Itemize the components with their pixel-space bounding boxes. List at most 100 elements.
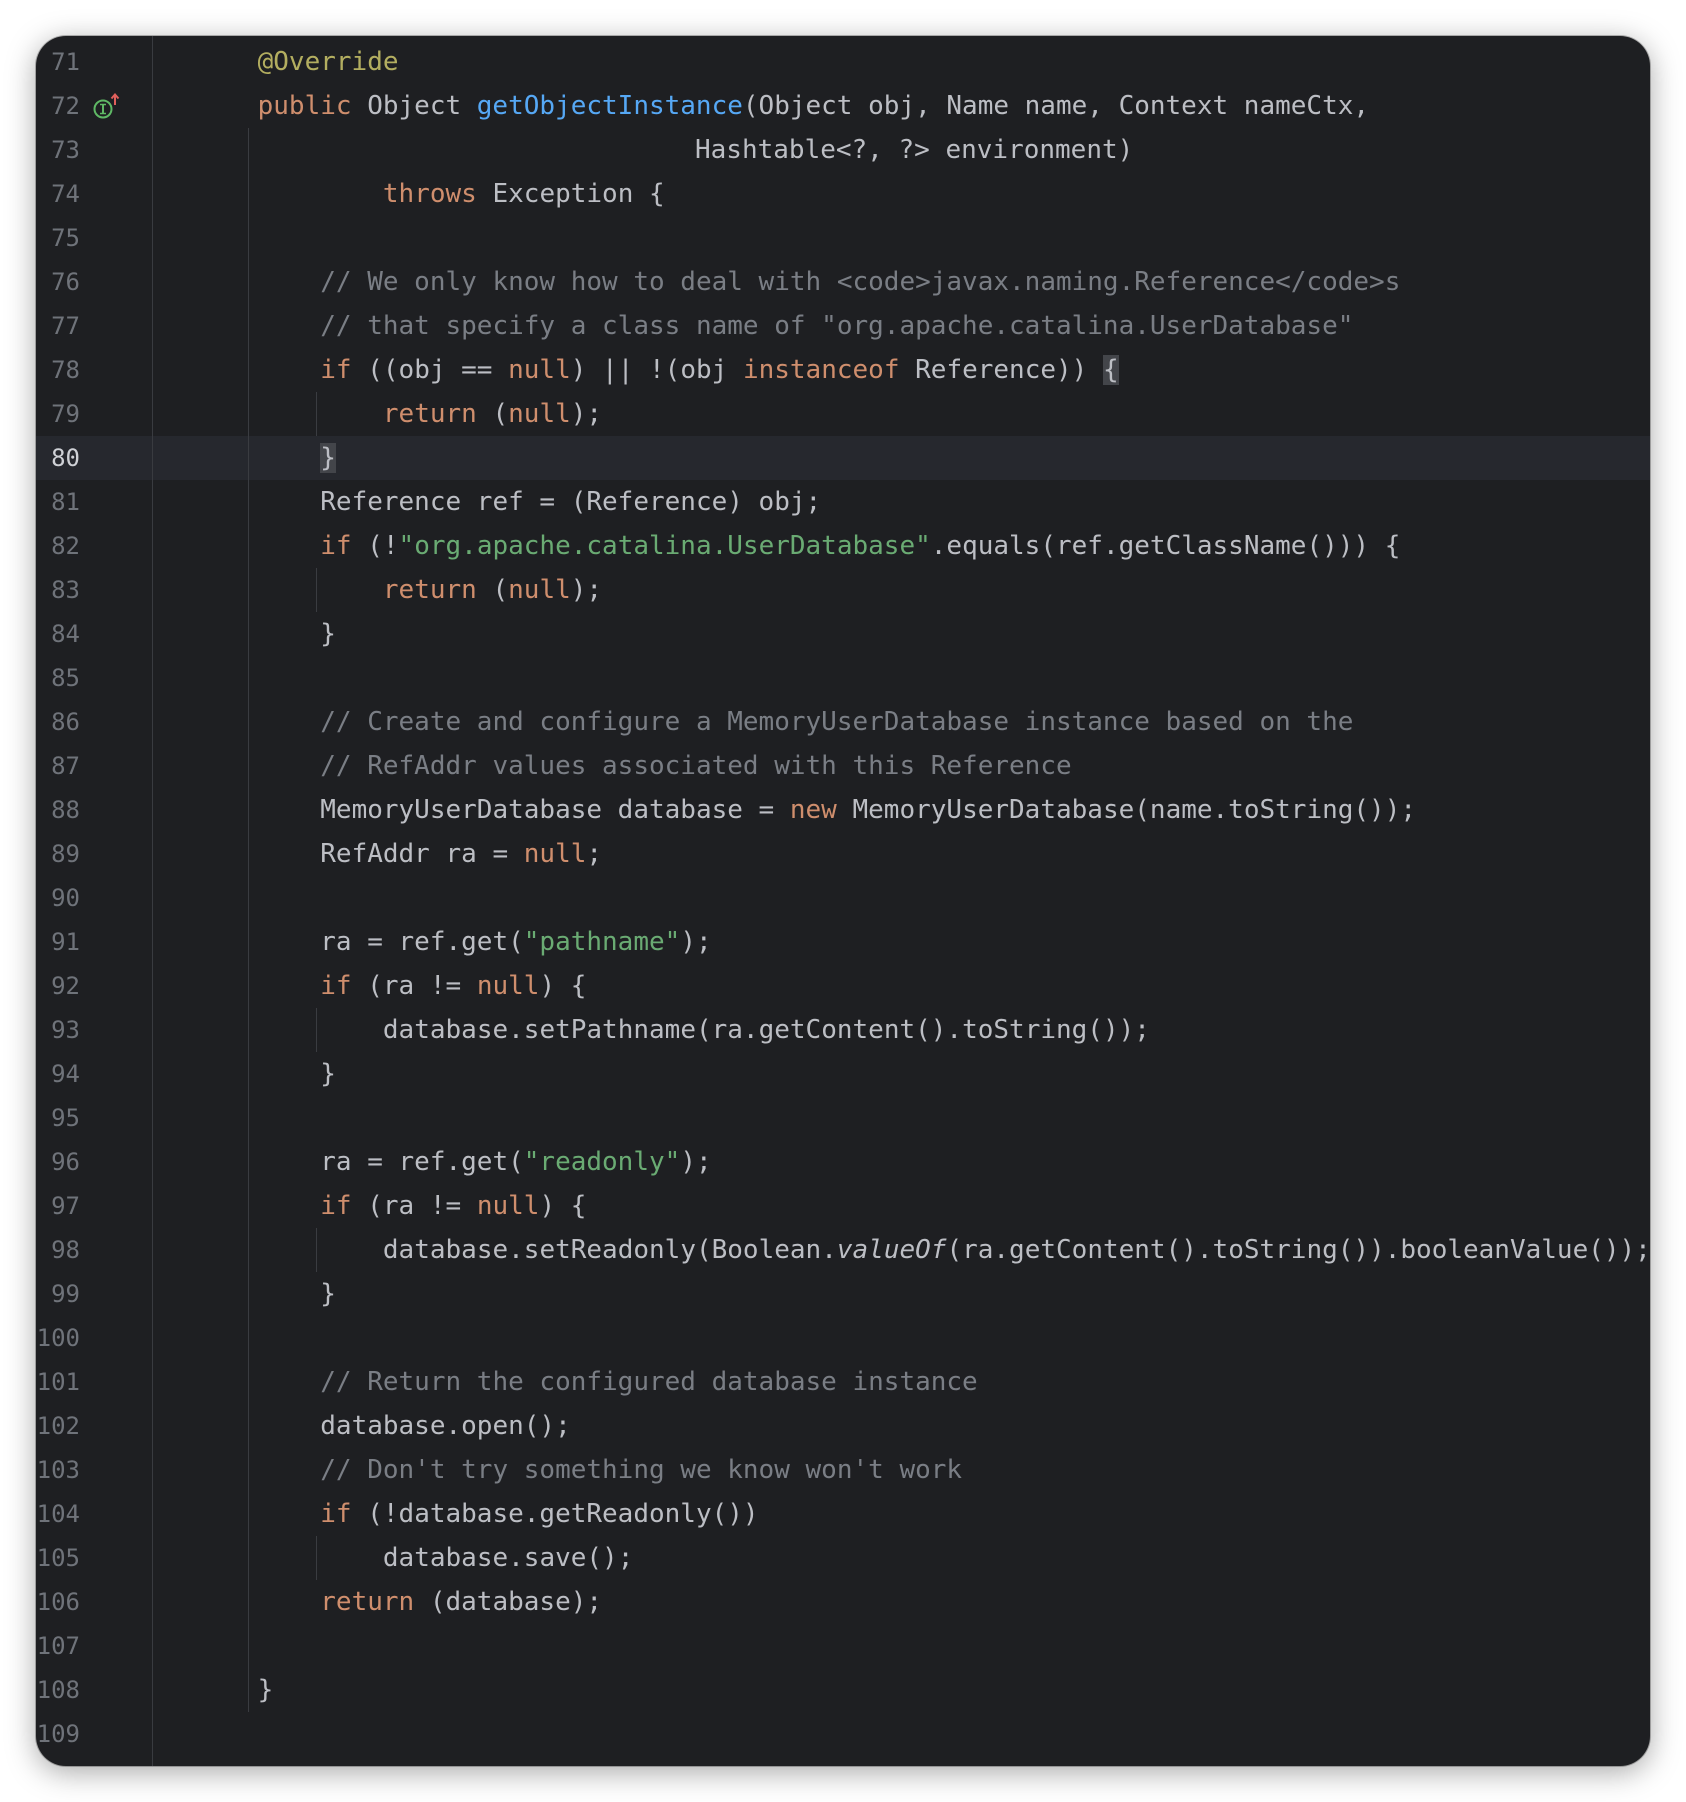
code-area[interactable]: @Override public Object getObjectInstance… <box>153 36 1650 1766</box>
code-token: .equals(ref.getClassName())) { <box>930 531 1401 561</box>
line-number[interactable]: 100 <box>36 1316 80 1360</box>
code-line[interactable]: RefAddr ra = null; <box>153 832 1650 876</box>
line-number[interactable]: 96 <box>36 1140 80 1184</box>
code-line[interactable]: database.setPathname(ra.getContent().toS… <box>153 1008 1650 1052</box>
code-token: if <box>320 531 352 561</box>
code-line[interactable] <box>153 1624 1650 1668</box>
code-line[interactable]: database.setReadonly(Boolean.valueOf(ra.… <box>153 1228 1650 1272</box>
code-token: (! <box>351 531 399 561</box>
code-line[interactable]: // Don't try something we know won't wor… <box>153 1448 1650 1492</box>
line-number[interactable]: 78 <box>36 348 80 392</box>
code-line[interactable] <box>153 1712 1650 1756</box>
code-token: RefAddr ra = <box>320 839 524 869</box>
line-number[interactable]: 103 <box>36 1448 80 1492</box>
implementation-up-arrow-icon[interactable] <box>92 92 122 122</box>
line-number[interactable]: 73 <box>36 128 80 172</box>
code-line[interactable]: } <box>153 1052 1650 1096</box>
code-line[interactable]: // RefAddr values associated with this R… <box>153 744 1650 788</box>
code-line[interactable]: database.save(); <box>153 1536 1650 1580</box>
code-token: valueOf <box>836 1235 947 1265</box>
line-number[interactable]: 84 <box>36 612 80 656</box>
code-line[interactable]: // We only know how to deal with <code>j… <box>153 260 1650 304</box>
line-number[interactable]: 107 <box>36 1624 80 1668</box>
line-number[interactable]: 83 <box>36 568 80 612</box>
code-token: // Create and configure a MemoryUserData… <box>320 707 1354 737</box>
code-line[interactable]: if (ra != null) { <box>153 1184 1650 1228</box>
line-number[interactable]: 109 <box>36 1712 80 1756</box>
line-number[interactable]: 105 <box>36 1536 80 1580</box>
line-number[interactable]: 80 <box>36 436 80 480</box>
code-line[interactable]: public Object getObjectInstance(Object o… <box>153 84 1650 128</box>
line-number[interactable]: 102 <box>36 1404 80 1448</box>
line-number[interactable]: 94 <box>36 1052 80 1096</box>
line-number[interactable]: 90 <box>36 876 80 920</box>
line-number[interactable]: 75 <box>36 216 80 260</box>
code-line[interactable]: } <box>153 1668 1650 1712</box>
code-line[interactable] <box>153 876 1650 920</box>
line-number[interactable]: 74 <box>36 172 80 216</box>
line-number[interactable]: 79 <box>36 392 80 436</box>
line-number[interactable]: 82 <box>36 524 80 568</box>
code-token: (!database.getReadonly()) <box>351 1499 759 1529</box>
code-line[interactable]: if (!database.getReadonly()) <box>153 1492 1650 1536</box>
line-number[interactable]: 101 <box>36 1360 80 1404</box>
code-line[interactable]: if ((obj == null) || !(obj instanceof Re… <box>153 348 1650 392</box>
line-number[interactable]: 108 <box>36 1668 80 1712</box>
code-line[interactable] <box>153 1316 1650 1360</box>
line-number[interactable]: 104 <box>36 1492 80 1536</box>
line-number[interactable]: 87 <box>36 744 80 788</box>
code-token: database.setReadonly(Boolean. <box>382 1235 837 1265</box>
code-line[interactable]: Hashtable<?, ?> environment) <box>153 128 1650 172</box>
code-line[interactable]: // Return the configured database instan… <box>153 1360 1650 1404</box>
code-line[interactable]: if (ra != null) { <box>153 964 1650 1008</box>
code-line[interactable]: MemoryUserDatabase database = new Memory… <box>153 788 1650 832</box>
code-line[interactable] <box>153 656 1650 700</box>
code-line[interactable]: throws Exception { <box>153 172 1650 216</box>
code-line[interactable]: ra = ref.get("readonly"); <box>153 1140 1650 1184</box>
code-line[interactable]: } <box>153 612 1650 656</box>
line-number[interactable]: 81 <box>36 480 80 524</box>
code-line[interactable] <box>153 216 1650 260</box>
line-number[interactable]: 86 <box>36 700 80 744</box>
line-number[interactable]: 71 <box>36 40 80 84</box>
line-number[interactable]: 93 <box>36 1008 80 1052</box>
code-token: instanceof <box>742 355 900 385</box>
code-token: null <box>476 1191 540 1221</box>
code-line[interactable]: ra = ref.get("pathname"); <box>153 920 1650 964</box>
code-line[interactable]: // that specify a class name of "org.apa… <box>153 304 1650 348</box>
line-number-gutter[interactable]: 71 72 73 74 75 76 77 78 79 80 81 82 83 84 85 86 87 88 89 90… <box>36 36 153 1766</box>
code-line[interactable]: } <box>153 1272 1650 1316</box>
code-token: } <box>257 1675 274 1705</box>
code-line[interactable]: return (null); <box>153 568 1650 612</box>
code-line[interactable]: Reference ref = (Reference) obj; <box>153 480 1650 524</box>
line-number[interactable]: 92 <box>36 964 80 1008</box>
code-token: ); <box>680 927 712 957</box>
code-line[interactable]: } <box>153 436 1650 480</box>
code-line[interactable]: return (database); <box>153 1580 1650 1624</box>
matched-brace: } <box>320 443 336 473</box>
code-line[interactable]: database.open(); <box>153 1404 1650 1448</box>
line-number[interactable]: 91 <box>36 920 80 964</box>
line-number[interactable]: 99 <box>36 1272 80 1316</box>
line-number[interactable]: 88 <box>36 788 80 832</box>
code-line[interactable]: if (!"org.apache.catalina.UserDatabase".… <box>153 524 1650 568</box>
code-token: ( <box>476 399 509 429</box>
line-number[interactable]: 76 <box>36 260 80 304</box>
code-token: (Object obj, Name name, Context nameCtx, <box>742 91 1370 121</box>
code-line[interactable]: return (null); <box>153 392 1650 436</box>
line-number[interactable]: 95 <box>36 1096 80 1140</box>
line-number[interactable]: 106 <box>36 1580 80 1624</box>
code-token: } <box>320 619 336 649</box>
code-token: Reference ref = (Reference) obj; <box>320 487 822 517</box>
code-token: (ra != <box>351 1191 477 1221</box>
line-number[interactable]: 98 <box>36 1228 80 1272</box>
code-token: (ra != <box>351 971 477 1001</box>
line-number[interactable]: 89 <box>36 832 80 876</box>
line-number[interactable]: 97 <box>36 1184 80 1228</box>
code-line[interactable]: // Create and configure a MemoryUserData… <box>153 700 1650 744</box>
line-number[interactable]: 72 <box>36 84 80 128</box>
code-line[interactable]: @Override <box>153 40 1650 84</box>
line-number[interactable]: 85 <box>36 656 80 700</box>
code-line[interactable] <box>153 1096 1650 1140</box>
line-number[interactable]: 77 <box>36 304 80 348</box>
